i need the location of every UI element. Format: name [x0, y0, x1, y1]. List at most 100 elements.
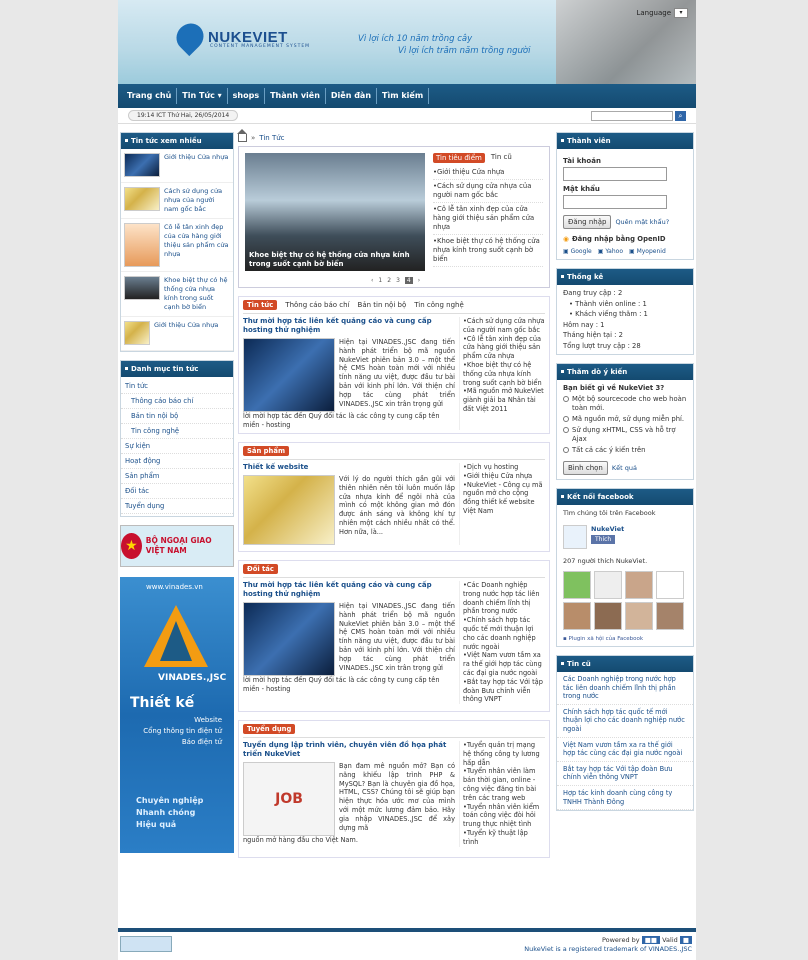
chevron-right-icon[interactable]: ›	[418, 277, 420, 284]
nav-item-shops[interactable]: shops	[228, 88, 266, 104]
section-headline[interactable]: Thiết kế website	[243, 463, 455, 472]
list-item[interactable]: •Cách sử dụng cửa nhựa của người nam gốc…	[463, 317, 545, 335]
list-item[interactable]: Các Doanh nghiệp trong nước hợp tác liên…	[557, 672, 693, 705]
tab-headline[interactable]: Tin tiêu điểm	[433, 153, 485, 163]
avatar[interactable]	[594, 602, 622, 630]
section-title[interactable]: Sản phẩm	[243, 446, 290, 456]
search-input[interactable]	[591, 110, 673, 121]
google-provider[interactable]: ▣ Google	[563, 248, 592, 255]
avatar[interactable]	[625, 571, 653, 599]
vote-button[interactable]: Bình chọn	[563, 461, 608, 475]
poll-option[interactable]: Sử dụng xHTML, CSS và hỗ trợ Ajax	[563, 426, 687, 444]
breadcrumb-item[interactable]: Tin Tức	[259, 134, 284, 142]
list-item[interactable]: •Giới thiệu Cửa nhựa	[463, 472, 545, 481]
category-item[interactable]: Hoạt động	[121, 454, 233, 469]
facebook-like-button[interactable]: Thích	[591, 535, 616, 544]
section-title[interactable]: Tuyển dụng	[243, 724, 296, 734]
featured-image[interactable]: Khoe biệt thự có hệ thống cửa nhựa kính …	[245, 153, 425, 271]
nukeviet-badge[interactable]: ■■	[641, 936, 661, 944]
category-item[interactable]: Sự kiện	[121, 439, 233, 454]
footer-badge[interactable]	[120, 936, 172, 952]
list-item[interactable]: •Khoe biệt thự có hệ thống cửa nhựa kính…	[433, 235, 543, 267]
list-item[interactable]: •Tuyển nhân viên kiểm toán công việc đòi…	[463, 803, 545, 829]
nav-item-forum[interactable]: Diễn đàn	[326, 88, 378, 104]
featured-caption[interactable]: Khoe biệt thự có hệ thống cửa nhựa kính …	[249, 251, 421, 269]
nukeviet-logo-icon[interactable]	[563, 525, 587, 549]
list-item[interactable]: •Việt Nam vươn tầm xa ra thế giới hợp tá…	[463, 651, 545, 677]
category-item[interactable]: Tin tức	[121, 379, 233, 394]
list-item[interactable]: •Mã nguồn mở NukeViet giành giải ba Nhân…	[463, 387, 545, 413]
facebook-plugin-link[interactable]: ▪ Plugin xã hội của Facebook	[563, 636, 687, 642]
category-item[interactable]: Bản tin nội bộ	[121, 409, 233, 424]
password-input[interactable]	[563, 195, 667, 209]
list-item[interactable]: •Cô lễ tân xinh đẹp của cửa hàng giới th…	[463, 335, 545, 361]
category-item[interactable]: Tin công nghệ	[121, 424, 233, 439]
avatar[interactable]	[656, 602, 684, 630]
poll-option[interactable]: Một bộ sourcecode cho web hoàn toàn mới.	[563, 395, 687, 413]
list-item[interactable]: •Giới thiệu Cửa nhựa	[433, 166, 543, 180]
page-button[interactable]: 4	[404, 277, 413, 284]
section-tab[interactable]: Tin công nghệ	[414, 301, 464, 309]
tab-old[interactable]: Tin cũ	[491, 153, 512, 163]
avatar[interactable]	[594, 571, 622, 599]
list-item[interactable]: •Cô lễ tân xinh đẹp của cửa hàng giới th…	[433, 203, 543, 235]
hot-news-link[interactable]: Giới thiệu Cửa nhựa	[154, 321, 218, 346]
category-item[interactable]: Thông cáo báo chí	[121, 394, 233, 409]
list-item[interactable]: •Khoe biệt thự có hệ thống cửa nhựa kính…	[463, 361, 545, 387]
hot-news-link[interactable]: Khoe biệt thự có hệ thống cửa nhựa kính …	[164, 276, 230, 312]
list-item[interactable]: •NukeViet - Công cụ mã nguồn mở cho cộng…	[463, 481, 545, 516]
list-item[interactable]: •Cách sử dụng cửa nhựa của người nam gốc…	[433, 180, 543, 203]
category-item[interactable]: Đối tác	[121, 484, 233, 499]
list-item[interactable]: Hợp tác kinh doanh cùng công ty TNHH Thà…	[557, 786, 693, 811]
nav-item-search[interactable]: Tìm kiếm	[377, 88, 430, 104]
home-icon[interactable]	[237, 129, 247, 142]
section-title[interactable]: Tin tức	[243, 300, 278, 310]
w3c-badge[interactable]: ■	[679, 936, 692, 944]
list-item[interactable]: •Tuyển quản trị mạng hệ thống công ty lư…	[463, 741, 545, 767]
job-image[interactable]: JOB	[243, 762, 335, 836]
nav-item-members[interactable]: Thành viên	[265, 88, 326, 104]
radio-icon[interactable]	[563, 427, 569, 433]
list-item[interactable]: •Các Doanh nghiệp trong nước hợp tác liê…	[463, 581, 545, 616]
radio-icon[interactable]	[563, 396, 569, 402]
yahoo-provider[interactable]: ▣ Yahoo	[598, 248, 623, 255]
page-button[interactable]: 1	[378, 277, 382, 284]
facebook-page-name[interactable]: NukeViet	[591, 525, 624, 533]
category-item[interactable]: Sản phẩm	[121, 469, 233, 484]
section-image[interactable]	[243, 602, 335, 676]
section-image[interactable]	[243, 338, 335, 412]
list-item[interactable]: Việt Nam vươn tầm xa ra thế giới hợp tác…	[557, 738, 693, 762]
avatar[interactable]	[656, 571, 684, 599]
list-item[interactable]: •Chính sách hợp tác quốc tế mới thuận lợ…	[463, 616, 545, 651]
poll-option[interactable]: Tất cả các ý kiến trên	[563, 446, 687, 455]
section-tab[interactable]: Bản tin nội bộ	[358, 301, 407, 309]
page-button[interactable]: 2	[387, 277, 391, 284]
list-item[interactable]: •Tuyển kỹ thuật lập trình	[463, 829, 545, 847]
avatar[interactable]	[563, 602, 591, 630]
section-image[interactable]	[243, 475, 335, 545]
list-item[interactable]: •Dịch vụ hosting	[463, 463, 545, 472]
section-headline[interactable]: Tuyển dụng lập trình viên, chuyên viên đ…	[243, 741, 455, 759]
category-item[interactable]: Tuyển dụng	[121, 499, 233, 514]
vinades-banner[interactable]: www.vinades.vn VINADES.,JSC Thiết kế Web…	[120, 577, 234, 853]
section-title[interactable]: Đối tác	[243, 564, 278, 574]
news-thumbnail[interactable]	[124, 187, 160, 211]
openid-login[interactable]: ◉ Đăng nhập bằng OpenID	[563, 235, 687, 243]
myopenid-provider[interactable]: ▣ Myopenid	[629, 248, 666, 255]
section-headline[interactable]: Thư mời hợp tác liên kết quảng cáo và cu…	[243, 317, 455, 335]
hot-news-link[interactable]: Giới thiệu Cửa nhựa	[164, 153, 228, 178]
poll-option[interactable]: Mã nguồn mở, sử dụng miễn phí.	[563, 415, 687, 424]
radio-icon[interactable]	[563, 447, 569, 453]
section-tab[interactable]: Thông cáo báo chí	[285, 301, 349, 309]
list-item[interactable]: Bắt tay hợp tác Với tập đoàn Bưu chính v…	[557, 762, 693, 786]
forgot-password-link[interactable]: Quên mật khẩu?	[615, 218, 669, 226]
poll-results-link[interactable]: Kết quả	[612, 464, 637, 472]
ministry-banner[interactable]: ★ BỘ NGOẠI GIAO VIỆT NAM	[120, 525, 234, 567]
list-item[interactable]: •Bắt tay hợp tác Với tập đoàn Bưu chính …	[463, 678, 545, 704]
language-dropdown-icon[interactable]: ▾	[674, 8, 688, 18]
chevron-left-icon[interactable]: ‹	[371, 277, 373, 284]
news-thumbnail[interactable]	[124, 153, 160, 177]
news-thumbnail[interactable]	[124, 223, 160, 267]
language-selector[interactable]: Language ▾	[636, 8, 688, 18]
list-item[interactable]: Chính sách hợp tác quốc tế mới thuận lợi…	[557, 705, 693, 738]
